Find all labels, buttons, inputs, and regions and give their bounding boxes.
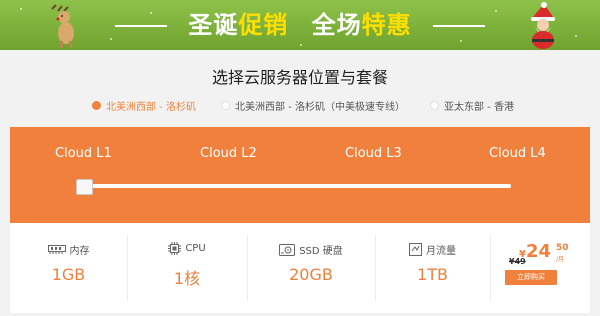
radio-icon: [221, 101, 230, 110]
price-integer: 24: [525, 241, 552, 262]
spec-disk: SSD 硬盘 20GB: [247, 223, 375, 313]
banner-line-right: [433, 25, 486, 27]
region-label: 北美洲西部 - 洛杉矶（中美极速专线）: [235, 102, 405, 113]
price-unit: /月: [556, 256, 565, 263]
memory-icon: [47, 245, 66, 254]
spec-memory: 内存 1GB: [10, 223, 127, 313]
region-option-la-cn2[interactable]: 北美洲西部 - 洛杉矶（中美极速专线）: [221, 98, 405, 113]
spec-row: 内存 1GB CPU 1核 SSD 硬盘 20GB 月流量 1TB ¥49 ¥2…: [10, 223, 590, 313]
spec-traffic: 月流量 1TB: [375, 223, 490, 313]
banner-title: 圣诞促销 全场特惠: [0, 9, 600, 41]
cpu-icon: [168, 242, 182, 255]
traffic-icon: [409, 243, 422, 256]
disk-icon: [279, 243, 296, 256]
spec-disk-label: SSD 硬盘: [299, 246, 343, 257]
spec-traffic-value: 1TB: [417, 265, 448, 284]
region-label: 北美洲西部 - 洛杉矶: [106, 102, 196, 113]
tier-cloud-l4[interactable]: Cloud L4: [489, 146, 546, 161]
tier-slider-track[interactable]: [78, 184, 511, 188]
spec-cpu: CPU 1核: [127, 223, 247, 313]
snow-dot: [300, 44, 302, 46]
banner-title-highlight: 促销: [238, 11, 289, 39]
banner-title-part: 全场: [311, 11, 362, 39]
price-current: ¥24 50 /月: [519, 241, 569, 263]
tier-cloud-l1[interactable]: Cloud L1: [55, 146, 112, 161]
banner-line-left: [114, 25, 167, 27]
buy-now-button[interactable]: 立即购买: [505, 270, 557, 285]
price-currency: ¥: [519, 249, 526, 260]
spec-memory-label: 内存: [69, 246, 90, 257]
region-option-hk[interactable]: 亚太东部 - 香港: [430, 98, 514, 113]
spec-memory-value: 1GB: [51, 265, 86, 284]
region-option-la[interactable]: 北美洲西部 - 洛杉矶: [92, 98, 196, 113]
tier-cloud-l2[interactable]: Cloud L2: [200, 146, 257, 161]
region-label: 亚太东部 - 香港: [444, 102, 514, 113]
tier-slider-handle[interactable]: [76, 179, 93, 195]
promo-banner: 圣诞促销 全场特惠: [0, 0, 600, 50]
radio-selected-icon: [92, 101, 101, 110]
price-decimal: 50: [556, 243, 569, 253]
divider: [490, 235, 491, 301]
radio-icon: [430, 101, 439, 110]
spec-traffic-label: 月流量: [426, 246, 456, 257]
spec-disk-value: 20GB: [289, 265, 333, 284]
tier-cloud-l3[interactable]: Cloud L3: [345, 146, 402, 161]
banner-title-highlight: 特惠: [361, 11, 412, 39]
banner-title-part: 圣诞: [188, 11, 239, 39]
spec-cpu-label: CPU: [185, 243, 206, 254]
santa-icon: [531, 2, 555, 49]
plan-panel: [10, 127, 590, 223]
spec-cpu-value: 1核: [173, 269, 201, 288]
page-title: 选择云服务器位置与套餐: [211, 68, 388, 87]
